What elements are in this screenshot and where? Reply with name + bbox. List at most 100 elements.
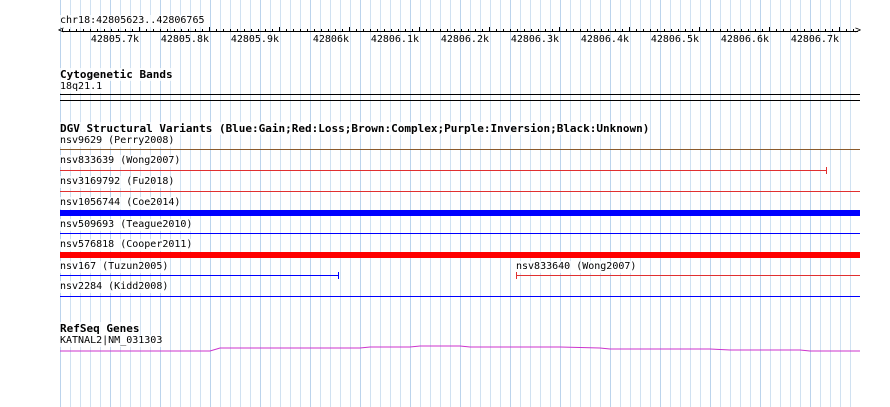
ruler-major-tick [559, 27, 560, 32]
ruler-minor-tick [272, 29, 273, 32]
ruler-minor-tick [132, 29, 133, 32]
ruler-minor-tick [335, 29, 336, 32]
ruler-tick-label: 42806.3k [510, 34, 559, 45]
refseq-gene-model[interactable] [60, 340, 860, 360]
variant-bar-nsv509693[interactable] [60, 233, 860, 234]
ruler-major-tick [489, 27, 490, 32]
ruler-minor-tick [482, 29, 483, 32]
ruler-minor-tick [853, 29, 854, 32]
ruler-minor-tick [433, 29, 434, 32]
variant-label-nsv833639[interactable]: nsv833639 (Wong2007) [60, 155, 181, 167]
variant-bar-nsv1056744[interactable] [60, 210, 860, 216]
ruler-minor-tick [426, 29, 427, 32]
ruler-minor-tick [727, 29, 728, 32]
ruler-minor-tick [83, 29, 84, 32]
ruler-minor-tick [391, 29, 392, 32]
ruler-minor-tick [328, 29, 329, 32]
ruler-major-tick [629, 27, 630, 32]
variant-bar-nsv576818[interactable] [60, 252, 860, 258]
ruler-minor-tick [363, 29, 364, 32]
cytoband-track-title[interactable]: Cytogenetic Bands [60, 68, 173, 81]
ruler-minor-tick [545, 29, 546, 32]
ruler-minor-tick [384, 29, 385, 32]
ruler-minor-tick [461, 29, 462, 32]
ruler-minor-tick [524, 29, 525, 32]
ruler-minor-tick [167, 29, 168, 32]
ruler-minor-tick [713, 29, 714, 32]
dgv-track-title[interactable]: DGV Structural Variants (Blue:Gain;Red:L… [60, 122, 650, 135]
variant-label-nsv1056744[interactable]: nsv1056744 (Coe2014) [60, 197, 181, 209]
genome-browser-canvas: chr18:42805623..42806765 < > 42805.7k428… [0, 0, 890, 407]
ruler-minor-tick [265, 29, 266, 32]
variant-label-nsv833640[interactable]: nsv833640 (Wong2007) [516, 261, 637, 273]
ruler-minor-tick [188, 29, 189, 32]
ruler-minor-tick [153, 29, 154, 32]
ruler-minor-tick [496, 29, 497, 32]
ruler-minor-tick [762, 29, 763, 32]
ruler-minor-tick [398, 29, 399, 32]
variant-label-nsv2284[interactable]: nsv2284 (Kidd2008) [60, 281, 169, 293]
variant-label-nsv576818[interactable]: nsv576818 (Cooper2011) [60, 239, 193, 251]
ruler-minor-tick [90, 29, 91, 32]
ruler-tick-label: 42806.6k [720, 34, 769, 45]
ruler-minor-tick [111, 29, 112, 32]
variant-label-nsv9629[interactable]: nsv9629 (Perry2008) [60, 135, 175, 147]
ruler-major-tick [839, 27, 840, 32]
ruler-minor-tick [307, 29, 308, 32]
ruler-tick-label: 42806.2k [440, 34, 489, 45]
variant-bar-nsv833640[interactable] [516, 275, 860, 276]
ruler-minor-tick [811, 29, 812, 32]
cytoband-label[interactable]: 18q21.1 [60, 81, 103, 93]
ruler-minor-tick [846, 29, 847, 32]
variant-bar-nsv2284[interactable] [60, 296, 860, 297]
ruler-minor-tick [776, 29, 777, 32]
ruler-minor-tick [76, 29, 77, 32]
ruler-minor-tick [440, 29, 441, 32]
ruler-minor-tick [475, 29, 476, 32]
variant-label-nsv509693[interactable]: nsv509693 (Teague2010) [60, 219, 193, 231]
ruler-tick-label: 42806k [312, 34, 349, 45]
ruler-minor-tick [174, 29, 175, 32]
ruler-minor-tick [97, 29, 98, 32]
ruler-minor-tick [160, 29, 161, 32]
cytoband-line-bottom [60, 100, 860, 101]
ruler-minor-tick [118, 29, 119, 32]
ruler-minor-tick [230, 29, 231, 32]
variant-bar-nsv3169792[interactable] [60, 191, 860, 192]
variant-bar-nsv833639[interactable] [60, 170, 827, 171]
variant-label-nsv3169792[interactable]: nsv3169792 (Fu2018) [60, 176, 175, 188]
ruler-tick-label: 42805.9k [230, 34, 279, 45]
ruler-major-tick [349, 27, 350, 32]
ruler-minor-tick [741, 29, 742, 32]
ruler-minor-tick [300, 29, 301, 32]
ruler-minor-tick [510, 29, 511, 32]
ruler-minor-tick [601, 29, 602, 32]
variant-bar-nsv167[interactable] [60, 275, 339, 276]
ruler-minor-tick [664, 29, 665, 32]
ruler-minor-tick [405, 29, 406, 32]
ruler-minor-tick [342, 29, 343, 32]
variant-end-marker-nsv833639 [826, 167, 827, 174]
ruler-minor-tick [685, 29, 686, 32]
ruler-minor-tick [552, 29, 553, 32]
ruler-minor-tick [125, 29, 126, 32]
ruler-minor-tick [615, 29, 616, 32]
ruler-minor-tick [223, 29, 224, 32]
ruler-minor-tick [251, 29, 252, 32]
ruler-minor-tick [293, 29, 294, 32]
refseq-track-title[interactable]: RefSeq Genes [60, 322, 140, 335]
variant-label-nsv167[interactable]: nsv167 (Tuzun2005) [60, 261, 169, 273]
ruler-minor-tick [146, 29, 147, 32]
ruler-tick-label: 42805.7k [90, 34, 139, 45]
ruler-major-tick [139, 27, 140, 32]
ruler-minor-tick [804, 29, 805, 32]
ruler-minor-tick [636, 29, 637, 32]
ruler-location-label: chr18:42805623..42806765 [60, 15, 205, 27]
ruler-tick-label: 42806.4k [580, 34, 629, 45]
variant-bar-nsv9629[interactable] [60, 149, 860, 150]
ruler-minor-tick [825, 29, 826, 32]
ruler-major-tick [769, 27, 770, 32]
ruler-right-arrow-icon[interactable]: > [855, 26, 861, 36]
ruler-minor-tick [797, 29, 798, 32]
ruler-minor-tick [692, 29, 693, 32]
